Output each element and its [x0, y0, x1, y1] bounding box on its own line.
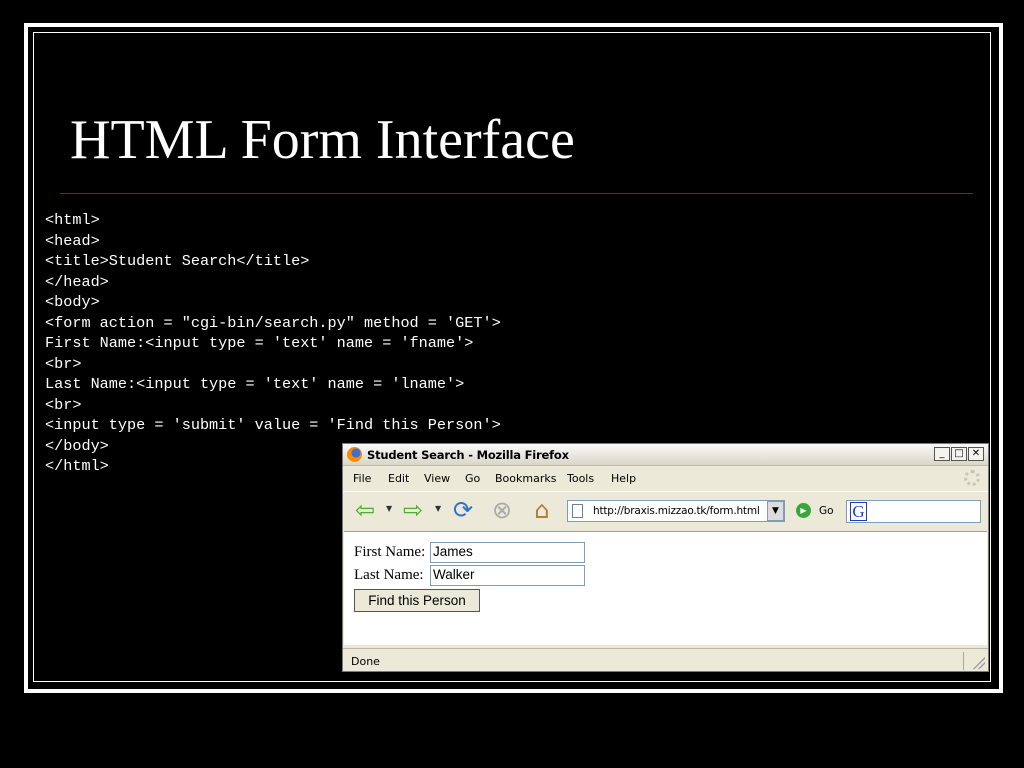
stop-icon[interactable]: ⊗ — [488, 496, 516, 524]
code-line: <br> — [45, 395, 82, 414]
first-name-field[interactable]: James — [430, 542, 585, 563]
go-button-label[interactable]: Go — [819, 505, 834, 517]
search-input[interactable]: G — [846, 500, 981, 523]
slide-title: HTML Form Interface — [70, 109, 575, 171]
code-line: <form action = "cgi-bin/search.py" metho… — [45, 313, 501, 332]
menu-edit[interactable]: Edit — [388, 472, 409, 485]
code-line: Last Name:<input type = 'text' name = 'l… — [45, 375, 465, 393]
url-dropdown-button[interactable]: ▼ — [767, 501, 784, 521]
resize-grip-icon[interactable] — [973, 657, 985, 669]
forward-arrow-icon[interactable]: ⇨ — [399, 496, 427, 524]
go-icon[interactable]: ▶ — [796, 503, 811, 518]
page-content: First Name: James Last Name: Walker Find… — [344, 531, 987, 645]
window-titlebar[interactable]: Student Search - Mozilla Firefox _ □ ✕ — [343, 444, 988, 466]
status-bar: Done — [343, 648, 988, 671]
code-line: <head> — [45, 231, 100, 250]
page-icon — [572, 504, 583, 518]
back-arrow-icon[interactable]: ⇦ — [351, 496, 379, 524]
code-line: </head> — [45, 272, 109, 291]
navigation-toolbar: ⇦ ▼ ⇨ ▼ ⟳ ⊗ ⌂ http://braxis.mizzao.tk/fo… — [343, 491, 988, 529]
title-divider — [60, 193, 973, 194]
menu-bar: File Edit View Go Bookmarks Tools Help — [343, 467, 988, 489]
close-button[interactable]: ✕ — [968, 447, 984, 461]
menu-help[interactable]: Help — [611, 472, 636, 485]
code-line: <input type = 'submit' value = 'Find thi… — [45, 416, 501, 434]
forward-dropdown-icon[interactable]: ▼ — [435, 504, 441, 513]
menu-view[interactable]: View — [424, 472, 450, 485]
find-person-button[interactable]: Find this Person — [354, 589, 480, 612]
back-dropdown-icon[interactable]: ▼ — [386, 504, 392, 513]
url-bar[interactable]: http://braxis.mizzao.tk/form.html — [567, 500, 785, 522]
menu-file[interactable]: File — [353, 472, 371, 485]
last-name-label: Last Name: — [354, 567, 424, 583]
code-line: <body> — [45, 293, 100, 311]
firefox-logo-icon — [347, 447, 362, 462]
window-title: Student Search - Mozilla Firefox — [367, 448, 569, 462]
code-line: <html> — [45, 211, 100, 229]
throbber-icon — [964, 470, 980, 486]
menu-bookmarks[interactable]: Bookmarks — [495, 472, 556, 485]
menu-go[interactable]: Go — [465, 472, 480, 485]
url-text: http://braxis.mizzao.tk/form.html — [593, 505, 760, 517]
home-icon[interactable]: ⌂ — [528, 496, 556, 524]
menu-tools[interactable]: Tools — [567, 472, 594, 485]
code-line: First Name:<input type = 'text' name = '… — [45, 334, 474, 352]
minimize-button[interactable]: _ — [934, 447, 950, 461]
google-search-icon[interactable]: G — [850, 502, 867, 521]
status-text: Done — [351, 655, 380, 668]
code-line: <br> — [45, 354, 82, 373]
maximize-button[interactable]: □ — [951, 447, 967, 461]
reload-icon[interactable]: ⟳ — [449, 496, 477, 524]
code-line: <title>Student Search</title> — [45, 252, 310, 270]
code-block: <html> <head> <title>Student Search</tit… — [45, 210, 501, 477]
status-divider — [963, 652, 964, 670]
last-name-field[interactable]: Walker — [430, 565, 585, 586]
first-name-label: First Name: — [354, 544, 426, 560]
firefox-window: Student Search - Mozilla Firefox _ □ ✕ F… — [342, 443, 989, 672]
